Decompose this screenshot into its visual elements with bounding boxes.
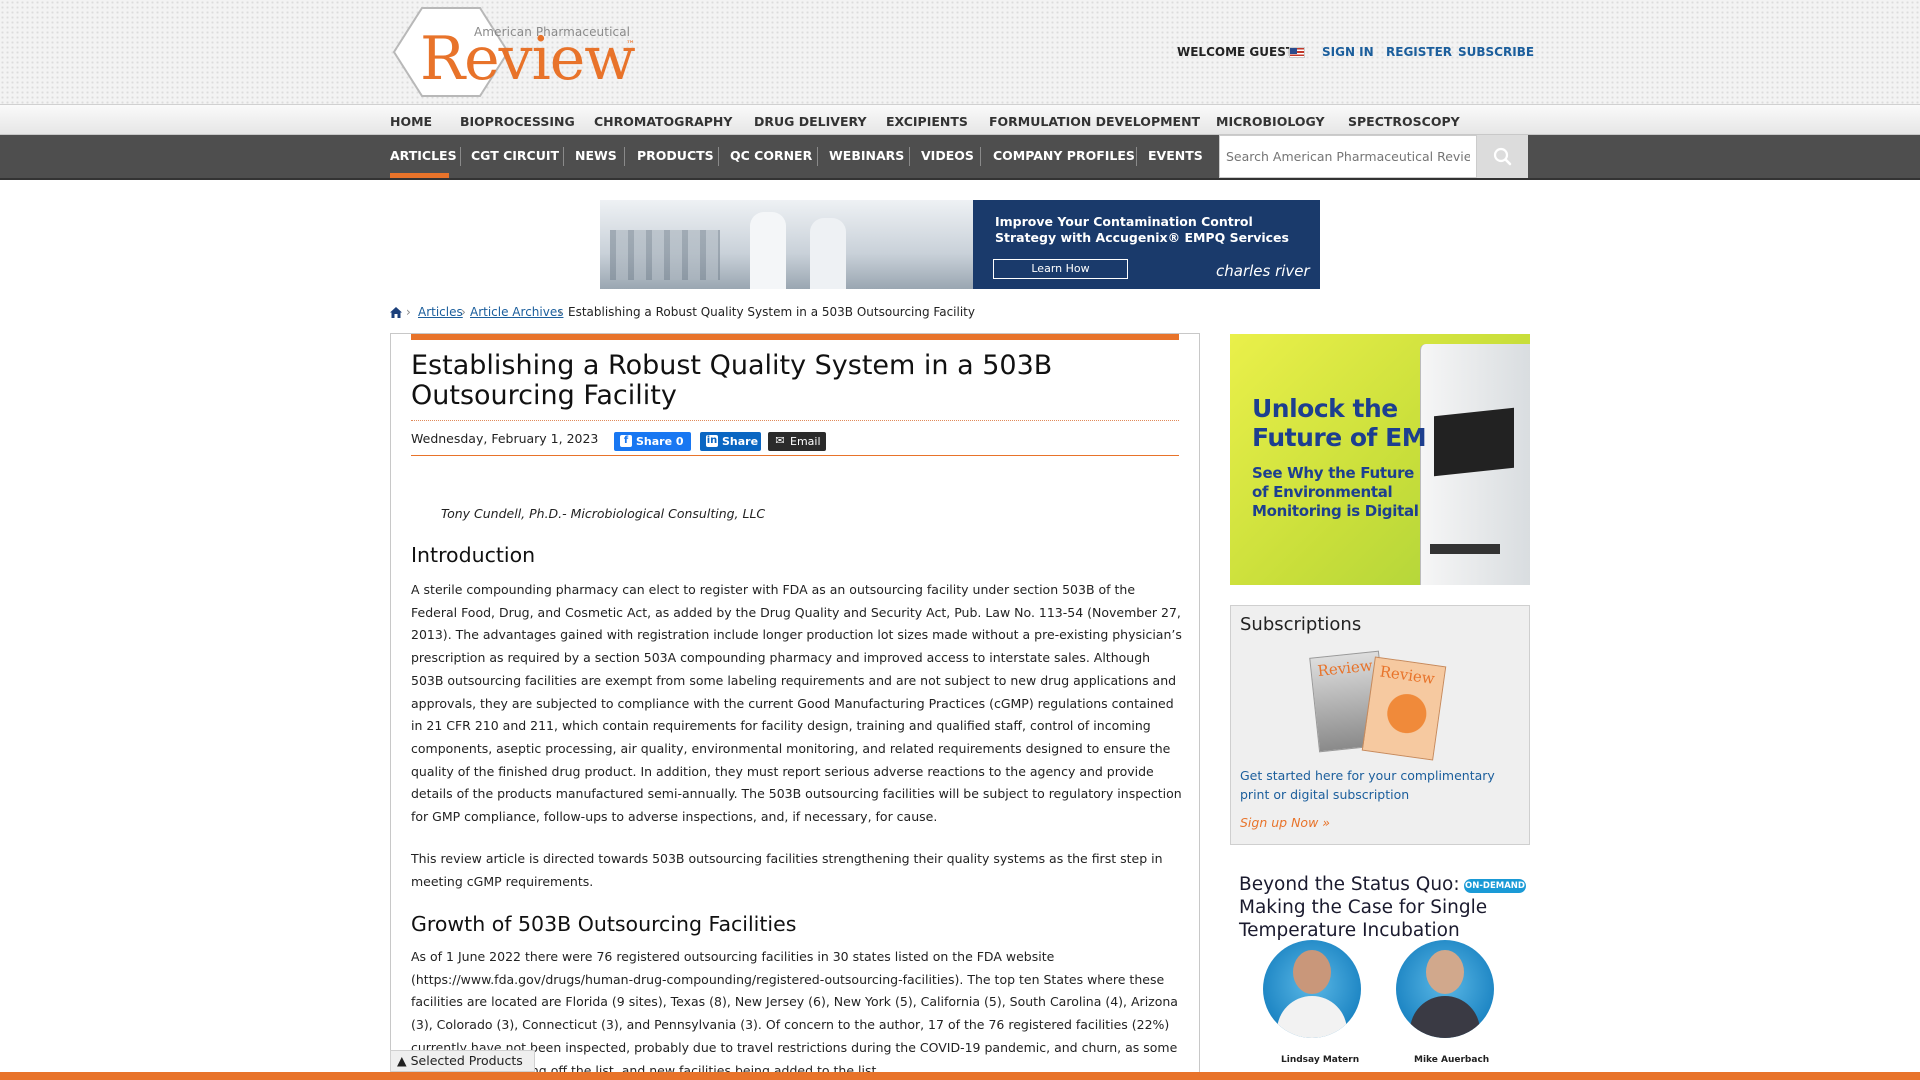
banner-ad[interactable]: Improve Your Contamination Control Strat… <box>600 200 1320 289</box>
search-icon <box>1493 147 1512 166</box>
on-demand-badge: ON-DEMAND <box>1464 879 1526 893</box>
nav-excipients[interactable]: EXCIPIENTS <box>886 114 968 129</box>
nav-bioprocessing[interactable]: BIOPROCESSING <box>460 114 575 129</box>
nav-chromatography[interactable]: CHROMATOGRAPHY <box>594 114 732 129</box>
cleanroom-image <box>600 200 973 289</box>
caret-up-icon: ▲ <box>397 1053 407 1068</box>
nav-separator <box>563 147 564 166</box>
banner-headline: Improve Your Contamination Control Strat… <box>995 214 1289 245</box>
speaker-name: Mike Auerbach <box>1414 1055 1490 1065</box>
webinar-title-line: Making the Case for Single <box>1239 897 1488 918</box>
search-box <box>1219 135 1477 178</box>
nav-drug-delivery[interactable]: DRUG DELIVERY <box>754 114 867 129</box>
speaker-photo <box>1263 940 1361 1038</box>
facebook-share-label: Share 0 <box>636 435 684 448</box>
nav-spectroscopy[interactable]: SPECTROSCOPY <box>1348 114 1460 129</box>
selected-products-label: Selected Products <box>410 1053 523 1068</box>
nav-articles[interactable]: ARTICLES <box>390 148 457 163</box>
device-keyboard <box>1430 544 1500 554</box>
nav-products[interactable]: PRODUCTS <box>637 148 714 163</box>
sidebar-ad-em[interactable]: Unlock the Future of EM See Why the Futu… <box>1230 334 1530 585</box>
breadcrumb-article-archives[interactable]: Article Archives <box>470 305 563 319</box>
ad-subtitle: See Why the Future of Environmental Moni… <box>1252 464 1419 520</box>
email-share-label: Email <box>790 435 821 448</box>
nav-separator <box>624 147 625 166</box>
nav-cgt-circuit[interactable]: CGT CIRCUIT <box>471 148 559 163</box>
webinar-title-line: Temperature Incubation <box>1239 920 1460 941</box>
learn-how-button[interactable]: Learn How <box>993 259 1128 279</box>
linkedin-icon: in <box>706 435 718 447</box>
subscriptions-box: Subscriptions Review Review Get started … <box>1230 605 1530 845</box>
charles-river-logo: charles river <box>1216 262 1310 280</box>
magazine-cover-image[interactable]: Review <box>1361 656 1447 761</box>
facebook-share-button[interactable]: f Share 0 <box>614 432 691 451</box>
article-title: Establishing a Robust Quality System in … <box>411 350 1053 411</box>
nav-separator <box>718 147 719 166</box>
search-button[interactable] <box>1477 135 1528 178</box>
linkedin-share-label: Share <box>722 435 759 448</box>
sign-up-link[interactable]: Sign up Now » <box>1240 815 1330 830</box>
subscriptions-heading: Subscriptions <box>1240 614 1362 635</box>
logo-trademark: ™ <box>626 40 635 50</box>
home-icon[interactable] <box>390 307 402 318</box>
paragraph: This review article is directed towards … <box>411 851 1163 889</box>
site-header: American Pharmaceutical Review ™ WELCOME… <box>0 0 1920 104</box>
email-share-button[interactable]: ✉ Email <box>768 432 826 451</box>
active-tab-indicator <box>390 173 449 178</box>
register-link[interactable]: REGISTER <box>1386 45 1452 59</box>
nav-news[interactable]: NEWS <box>575 148 617 163</box>
speaker-photo <box>1396 940 1494 1038</box>
nav-formulation-development[interactable]: FORMULATION DEVELOPMENT <box>989 114 1200 129</box>
site-logo[interactable]: American Pharmaceutical Review ™ <box>392 6 644 98</box>
nav-home[interactable]: HOME <box>390 114 432 129</box>
nav-webinars[interactable]: WEBINARS <box>829 148 904 163</box>
linkedin-share-button[interactable]: in Share <box>700 432 761 451</box>
section-heading-introduction: Introduction <box>411 543 536 567</box>
bottom-accent-bar <box>0 1072 1920 1080</box>
article-author: Tony Cundell, Ph.D.- Microbiological Con… <box>441 506 766 521</box>
webinar-title-line: Beyond the Status Quo: <box>1239 874 1460 895</box>
breadcrumb-separator: › <box>406 305 411 319</box>
nav-qc-corner[interactable]: QC CORNER <box>730 148 812 163</box>
breadcrumb-separator: › <box>558 305 563 319</box>
paragraph: A sterile compounding pharmacy can elect… <box>411 582 1182 825</box>
nav-events[interactable]: EVENTS <box>1148 148 1203 163</box>
breadcrumb-current: Establishing a Robust Quality System in … <box>568 305 975 319</box>
facebook-icon: f <box>620 435 632 447</box>
speaker-name: Lindsay Matern <box>1281 1055 1360 1065</box>
nav-separator <box>909 147 910 166</box>
section-heading-growth: Growth of 503B Outsourcing Facilities <box>411 912 797 936</box>
article-date: Wednesday, February 1, 2023 <box>411 431 599 446</box>
us-flag-icon[interactable] <box>1289 47 1305 58</box>
subscribe-link[interactable]: SUBSCRIBE <box>1458 45 1534 59</box>
nav-company-profiles[interactable]: COMPANY PROFILES <box>993 148 1135 163</box>
nav-separator <box>817 147 818 166</box>
logo-wordmark: Review <box>420 24 636 94</box>
envelope-icon: ✉ <box>775 434 785 447</box>
divider <box>411 455 1179 456</box>
sign-in-link[interactable]: SIGN IN <box>1322 45 1374 59</box>
device-screen <box>1434 407 1514 477</box>
nav-separator <box>1136 147 1137 166</box>
breadcrumb-articles[interactable]: Articles <box>418 305 463 319</box>
article-accent-bar <box>411 334 1179 340</box>
ad-title: Unlock the Future of EM <box>1252 394 1427 452</box>
search-input[interactable] <box>1220 136 1476 177</box>
nav-videos[interactable]: VIDEOS <box>921 148 974 163</box>
secondary-nav: ARTICLES CGT CIRCUIT NEWS PRODUCTS QC CO… <box>0 135 1920 180</box>
article-panel: Establishing a Robust Quality System in … <box>390 333 1200 1080</box>
nav-microbiology[interactable]: MICROBIOLOGY <box>1216 114 1325 129</box>
subscription-link[interactable]: Get started here for your complimentary … <box>1240 767 1510 804</box>
sidebar-ad-webinar[interactable]: Beyond the Status Quo: ON-DEMAND Making … <box>1230 872 1530 1072</box>
welcome-text: WELCOME GUEST <box>1177 45 1295 59</box>
selected-products-toggle[interactable]: ▲ Selected Products <box>390 1050 535 1072</box>
breadcrumb-separator: › <box>461 305 466 319</box>
nav-separator <box>980 147 981 166</box>
primary-nav: HOME BIOPROCESSING CHROMATOGRAPHY DRUG D… <box>0 104 1920 135</box>
nav-separator <box>460 147 461 166</box>
divider <box>411 420 1179 421</box>
